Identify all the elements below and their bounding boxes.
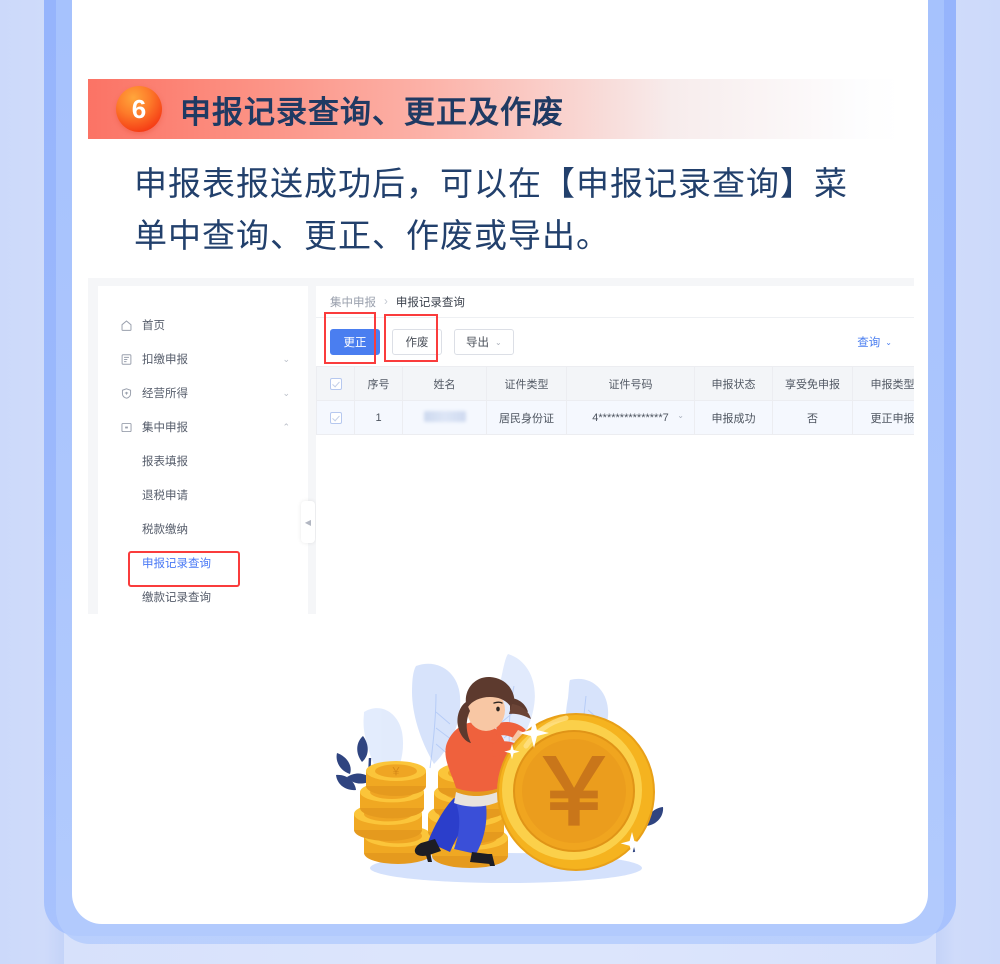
app-main-content: 集中申报 › 申报记录查询 更正 作废 导出 ⌄ 查询 ⌄ 序号 姓名 证件类型…	[316, 286, 914, 614]
export-button[interactable]: 导出 ⌄	[454, 329, 514, 355]
column-header-id-type: 证件类型	[486, 366, 567, 401]
id-number-text: 4***************7	[592, 411, 669, 424]
breadcrumb-separator-icon: ›	[384, 295, 388, 308]
query-toggle-label: 查询	[857, 337, 881, 349]
sidebar-subitem-label: 缴款记录查询	[142, 592, 211, 604]
sidebar-subitem-label: 报表填报	[142, 456, 188, 468]
svg-text:￥: ￥	[391, 766, 402, 778]
step-number-badge: 6	[116, 86, 162, 132]
page-card: 6 申报记录查询、更正及作废 申报表报送成功后，可以在【申报记录查询】菜单中查询…	[72, 0, 928, 924]
column-header-status: 申报状态	[694, 366, 773, 401]
select-all-header[interactable]	[316, 366, 355, 401]
sidebar-subitem-form-filling[interactable]: 报表填报	[98, 444, 308, 478]
void-button[interactable]: 作废	[392, 329, 442, 355]
chevron-down-icon: ⌄	[282, 353, 290, 364]
sidebar-item-label: 经营所得	[142, 388, 188, 400]
cell-status: 申报成功	[694, 400, 773, 435]
app-screenshot: 首页 扣缴申报 ⌄ 经营所得 ⌄ 集中申报 ⌃ 报表填报 退税申请 税款缴纳 申…	[88, 278, 914, 614]
correct-button[interactable]: 更正	[330, 329, 380, 355]
chevron-down-icon: ⌄	[282, 387, 290, 398]
sidebar-nav: 首页 扣缴申报 ⌄ 经营所得 ⌄ 集中申报 ⌃ 报表填报 退税申请 税款缴纳 申…	[98, 286, 308, 614]
sidebar-subitem-tax-refund[interactable]: 退税申请	[98, 478, 308, 512]
cell-exempt: 否	[772, 400, 853, 435]
home-icon	[120, 319, 133, 332]
cell-id-number: 4***************7 ⌄	[566, 400, 695, 435]
column-header-declare-type: 申报类型	[852, 366, 914, 401]
checkbox-icon[interactable]	[329, 411, 342, 424]
sidebar-item-home[interactable]: 首页	[98, 308, 308, 342]
table-row[interactable]: 1 居民身份证 4***************7 ⌄ 申报成功 否 更正申报	[316, 400, 914, 435]
sidebar-subitem-label: 申报记录查询	[142, 558, 211, 570]
chevron-down-icon: ⌄	[885, 337, 892, 347]
sidebar-item-withholding[interactable]: 扣缴申报 ⌄	[98, 342, 308, 376]
svg-text:￥: ￥	[528, 742, 620, 844]
sidebar-item-business-income[interactable]: 经营所得 ⌄	[98, 376, 308, 410]
sidebar-item-label: 首页	[142, 320, 165, 332]
sidebar-item-label: 集中申报	[142, 422, 188, 434]
declaration-records-table: 序号 姓名 证件类型 证件号码 申报状态 享受免申报 申报类型 1 居民身份证 …	[316, 366, 914, 435]
cell-index: 1	[354, 400, 403, 435]
checkbox-icon[interactable]	[329, 377, 342, 390]
collapse-left-icon[interactable]: ◀	[301, 501, 315, 543]
sidebar-subitem-tax-payment[interactable]: 税款缴纳	[98, 512, 308, 546]
shield-icon	[120, 387, 133, 400]
sidebar-item-centralized-declaration[interactable]: 集中申报 ⌃	[98, 410, 308, 444]
woman-pushing-yen-coin-illustration: ￥ ￥	[320, 640, 680, 892]
chevron-down-icon: ⌄	[495, 337, 502, 347]
row-checkbox-cell[interactable]	[316, 400, 355, 435]
app-sidebar: 首页 扣缴申报 ⌄ 经营所得 ⌄ 集中申报 ⌃ 报表填报 退税申请 税款缴纳 申…	[98, 286, 315, 614]
page-title: 申报记录查询、更正及作废	[180, 94, 564, 130]
redacted-name	[423, 410, 466, 422]
cell-name	[402, 400, 487, 435]
breadcrumb-current: 申报记录查询	[395, 296, 465, 309]
sidebar-item-label: 扣缴申报	[142, 354, 188, 366]
column-header-name: 姓名	[402, 366, 487, 401]
sidebar-subitem-label: 退税申请	[142, 490, 188, 502]
sidebar-subitem-payment-record-query[interactable]: 缴款记录查询	[98, 580, 308, 614]
section-header: 6 申报记录查询、更正及作废	[88, 79, 900, 139]
sidebar-subitem-declaration-record-query[interactable]: 申报记录查询	[98, 546, 308, 580]
sidebar-subitem-label: 税款缴纳	[142, 524, 188, 536]
chevron-up-icon: ⌃	[282, 421, 290, 432]
body-paragraph: 申报表报送成功后，可以在【申报记录查询】菜单中查询、更正、作废或导出。	[134, 165, 848, 255]
document-icon	[120, 353, 133, 366]
column-header-exempt: 享受免申报	[772, 366, 853, 401]
toolbar: 更正 作废 导出 ⌄ 查询 ⌄	[316, 312, 914, 366]
table-header-row: 序号 姓名 证件类型 证件号码 申报状态 享受免申报 申报类型	[316, 366, 914, 401]
query-toggle[interactable]: 查询 ⌄	[857, 334, 892, 350]
cell-declare-type: 更正申报	[852, 400, 914, 435]
column-header-index: 序号	[354, 366, 403, 401]
export-button-label: 导出	[466, 337, 489, 349]
chevron-down-icon[interactable]: ⌄	[677, 411, 684, 420]
box-icon	[120, 421, 133, 434]
breadcrumb-parent[interactable]: 集中申报	[330, 294, 376, 310]
column-header-id-number: 证件号码	[566, 366, 695, 401]
cell-id-type: 居民身份证	[486, 400, 567, 435]
breadcrumb: 集中申报 › 申报记录查询	[316, 286, 914, 318]
